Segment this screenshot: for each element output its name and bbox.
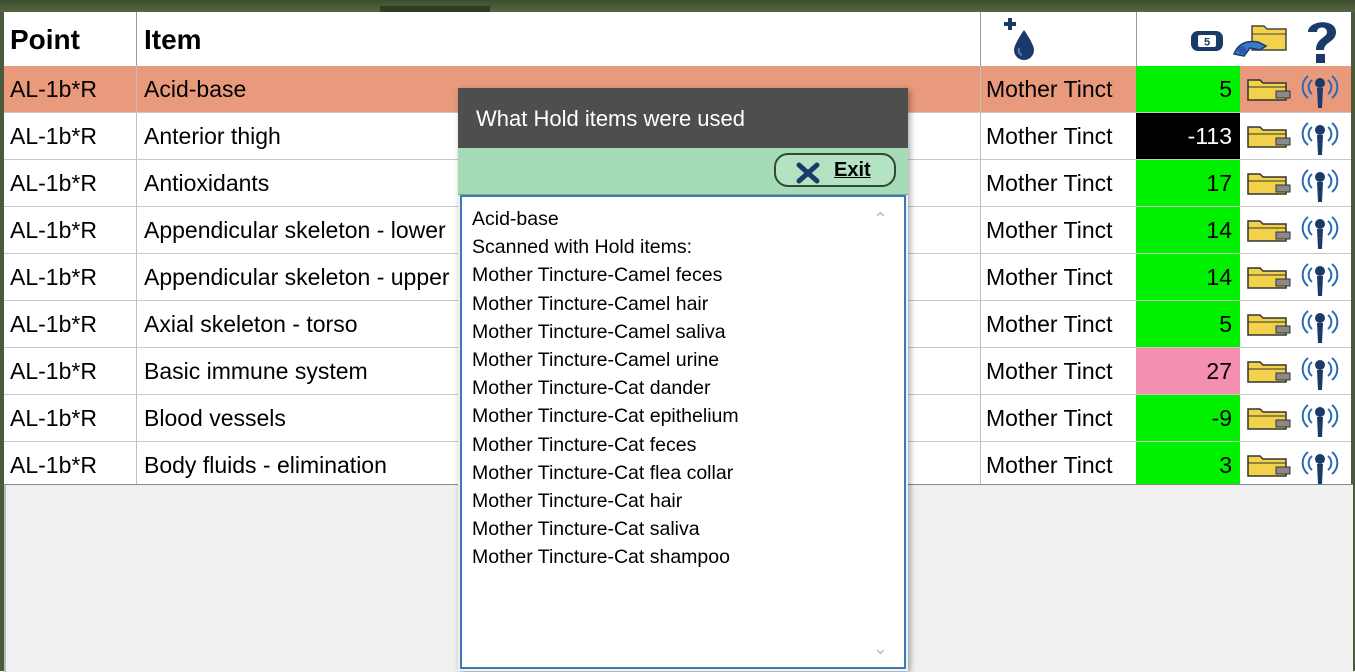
row-value: 14	[1136, 207, 1240, 253]
broadcast-icon[interactable]	[1298, 444, 1342, 486]
memo-line: Mother Tincture-Cat shampoo	[472, 546, 730, 569]
row-point: AL-1b*R	[10, 405, 97, 431]
broadcast-icon[interactable]	[1298, 115, 1342, 157]
header-point[interactable]: Point	[10, 12, 80, 66]
svg-text:5: 5	[1204, 37, 1210, 49]
broadcast-icon[interactable]	[1298, 162, 1342, 204]
table-header: Point Item 5	[4, 12, 1351, 67]
folder-icon[interactable]	[1246, 170, 1292, 196]
row-point: AL-1b*R	[10, 217, 97, 243]
row-point: AL-1b*R	[10, 264, 97, 290]
row-value: 3	[1136, 442, 1240, 488]
row-value: -9	[1136, 395, 1240, 441]
window-frame: Point Item 5 AL-1b*R Acid-base Mother Ti…	[0, 0, 1355, 672]
memo-line: Scanned with Hold items:	[472, 236, 693, 259]
row-point: AL-1b*R	[10, 123, 97, 149]
row-hold: Mother Tinct	[986, 123, 1113, 149]
memo-line: Mother Tincture-Camel feces	[472, 264, 723, 287]
row-point: AL-1b*R	[10, 358, 97, 384]
row-point: AL-1b*R	[10, 311, 97, 337]
row-hold: Mother Tinct	[986, 405, 1113, 431]
dialog-title: What Hold items were used	[458, 88, 908, 148]
tincture-drop-icon[interactable]	[1002, 18, 1038, 62]
top-bar	[0, 0, 1355, 12]
row-hold: Mother Tinct	[986, 170, 1113, 196]
folder-icon[interactable]	[1246, 311, 1292, 337]
row-point: AL-1b*R	[10, 76, 97, 102]
help-icon[interactable]	[1300, 16, 1344, 66]
memo-line: Mother Tincture-Camel saliva	[472, 320, 726, 343]
scroll-down-icon[interactable]: ⌄	[873, 638, 888, 659]
row-value: -113	[1136, 113, 1240, 159]
exit-button[interactable]: Exit	[774, 153, 896, 187]
row-value: 14	[1136, 254, 1240, 300]
row-hold: Mother Tinct	[986, 358, 1113, 384]
header-item[interactable]: Item	[144, 12, 202, 66]
folder-icon[interactable]	[1246, 123, 1292, 149]
memo-line: Mother Tincture-Cat epithelium	[472, 405, 739, 428]
row-hold: Mother Tinct	[986, 452, 1113, 478]
folder-icon[interactable]	[1246, 405, 1292, 431]
memo-line: Mother Tincture-Cat saliva	[472, 518, 700, 541]
broadcast-icon[interactable]	[1298, 397, 1342, 439]
row-value: 5	[1136, 66, 1240, 112]
row-value: 27	[1136, 348, 1240, 394]
exit-button-label: Exit	[834, 159, 871, 181]
memo-line: Mother Tincture-Camel hair	[472, 292, 709, 315]
hold-items-dialog: What Hold items were used Exit Acid-base…	[458, 88, 908, 671]
row-hold: Mother Tinct	[986, 311, 1113, 337]
folder-icon[interactable]	[1246, 217, 1292, 243]
memo-line: Mother Tincture-Cat hair	[472, 490, 683, 513]
row-point: AL-1b*R	[10, 452, 97, 478]
broadcast-icon[interactable]	[1298, 209, 1342, 251]
folder-icon[interactable]	[1246, 358, 1292, 384]
row-hold: Mother Tinct	[986, 264, 1113, 290]
memo-line: Mother Tincture-Cat flea collar	[472, 461, 734, 484]
memo-line: Acid-base	[472, 208, 559, 230]
row-hold: Mother Tinct	[986, 76, 1113, 102]
broadcast-icon[interactable]	[1298, 303, 1342, 345]
close-x-icon	[796, 161, 820, 184]
dialog-toolbar: Exit	[458, 148, 908, 195]
broadcast-icon[interactable]	[1298, 256, 1342, 298]
memo-text: Acid-base Scanned with Hold items: Mother …	[472, 205, 872, 572]
memo-line: Mother Tincture-Camel urine	[472, 349, 720, 372]
folder-icon[interactable]	[1246, 264, 1292, 290]
folder-icon[interactable]	[1246, 76, 1292, 102]
row-value: 5	[1136, 301, 1240, 347]
hold-items-memo[interactable]: Acid-base Scanned with Hold items: Mother …	[460, 195, 906, 669]
memo-line: Mother Tincture-Cat feces	[472, 433, 697, 456]
memo-line: Mother Tincture-Cat dander	[472, 377, 711, 400]
folder-hand-icon[interactable]	[1230, 20, 1290, 62]
scroll-up-icon[interactable]: ⌃	[873, 209, 888, 230]
broadcast-icon[interactable]	[1298, 68, 1342, 110]
row-point: AL-1b*R	[10, 170, 97, 196]
row-hold: Mother Tinct	[986, 217, 1113, 243]
row-value: 17	[1136, 160, 1240, 206]
broadcast-icon[interactable]	[1298, 350, 1342, 392]
folder-icon[interactable]	[1246, 452, 1292, 478]
five-badge-icon[interactable]: 5	[1190, 30, 1224, 52]
